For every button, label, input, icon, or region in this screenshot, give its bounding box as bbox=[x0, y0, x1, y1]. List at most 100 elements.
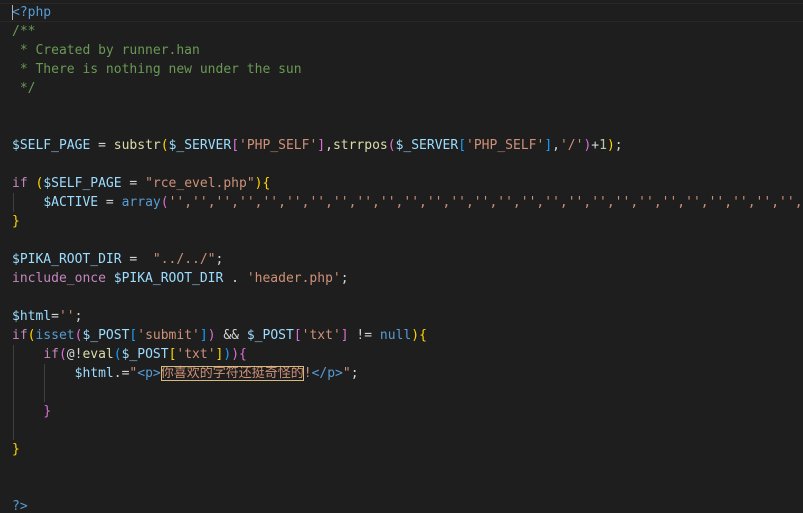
code-token: = bbox=[51, 309, 59, 324]
code-token: ) bbox=[207, 328, 216, 343]
code-line: if(@!eval($_POST['txt'])){ bbox=[12, 345, 803, 364]
text-cursor bbox=[12, 5, 13, 20]
code-token: } bbox=[12, 442, 20, 457]
code-line bbox=[12, 383, 803, 402]
code-token: = bbox=[121, 176, 146, 191]
indent-guide bbox=[13, 421, 14, 440]
code-token: ; bbox=[340, 271, 349, 286]
code-token: ( bbox=[58, 347, 67, 362]
code-token: isset bbox=[35, 328, 75, 343]
code-token: if bbox=[12, 328, 28, 343]
code-token: } bbox=[43, 404, 52, 419]
code-line: $ACTIVE = array('','','','','','','','',… bbox=[12, 193, 803, 212]
code-area[interactable]: <?php /** * Created by runner.han * There… bbox=[12, 3, 803, 513]
code-token: */ bbox=[12, 81, 36, 96]
code-token: $_POST bbox=[246, 328, 294, 343]
code-token: ; bbox=[614, 138, 623, 153]
code-token: if bbox=[12, 176, 28, 191]
code-token: '','','','','','','','','','','','','','… bbox=[168, 195, 803, 210]
code-token: ; bbox=[74, 309, 83, 324]
code-line: } bbox=[12, 212, 803, 231]
code-token: { bbox=[262, 176, 271, 191]
code-token: = bbox=[90, 138, 114, 153]
code-token: * There is nothing new under the sun bbox=[12, 62, 302, 77]
code-line: * There is nothing new under the sun bbox=[12, 60, 803, 79]
code-token: [ bbox=[293, 328, 302, 343]
code-line: include_once $PIKA_ROOT_DIR . 'header.ph… bbox=[12, 269, 803, 288]
code-token: @! bbox=[66, 347, 83, 362]
code-token: ! bbox=[303, 366, 312, 381]
code-line: if ($SELF_PAGE = "rce_evel.php"){ bbox=[12, 174, 803, 193]
code-token: <?php bbox=[12, 5, 52, 20]
code-line: $SELF_PAGE = substr($_SERVER['PHP_SELF']… bbox=[12, 136, 803, 155]
code-line: ?> bbox=[12, 497, 803, 513]
code-token: $_SERVER bbox=[168, 138, 232, 153]
code-token: ] bbox=[199, 328, 208, 343]
indent-guide bbox=[13, 193, 14, 212]
code-token: $PIKA_ROOT_DIR bbox=[12, 252, 122, 267]
code-line bbox=[12, 421, 803, 440]
indent-guide bbox=[13, 364, 14, 383]
code-token: '/' bbox=[559, 138, 584, 153]
code-token: $PIKA_ROOT_DIR bbox=[113, 271, 224, 286]
code-token: ) bbox=[606, 138, 615, 153]
code-line: */ bbox=[12, 79, 803, 98]
code-token: <p> bbox=[137, 366, 161, 381]
code-token: '' bbox=[58, 309, 75, 324]
code-line: $html=''; bbox=[12, 307, 803, 326]
code-token: 'txt' bbox=[301, 328, 341, 343]
code-token: ( bbox=[160, 195, 169, 210]
code-token: , bbox=[325, 138, 333, 153]
code-token: " bbox=[342, 366, 351, 381]
indent-guide bbox=[13, 402, 14, 421]
indent-guide bbox=[44, 383, 46, 402]
code-token: [ bbox=[458, 138, 467, 153]
code-token: 'txt' bbox=[176, 347, 216, 362]
code-token: ( bbox=[113, 347, 122, 362]
code-token: ( bbox=[387, 138, 396, 153]
code-token: substr bbox=[113, 138, 161, 153]
code-token: .= bbox=[113, 366, 130, 381]
code-line: /** bbox=[12, 22, 803, 41]
code-token: + bbox=[591, 138, 600, 153]
code-token: = bbox=[121, 252, 153, 267]
code-token: ] bbox=[340, 328, 349, 343]
code-token: ?> bbox=[12, 499, 28, 513]
code-token: { bbox=[239, 347, 247, 362]
code-token: ; bbox=[215, 252, 224, 267]
code-token: != bbox=[348, 328, 380, 343]
code-line: $PIKA_ROOT_DIR = "../../"; bbox=[12, 250, 803, 269]
code-token: ( bbox=[160, 138, 169, 153]
code-token: ] bbox=[317, 138, 326, 153]
indent-guide bbox=[44, 364, 46, 383]
code-token: if bbox=[43, 347, 59, 362]
code-token: eval bbox=[82, 347, 114, 362]
code-line: if(isset($_POST['submit']) && $_POST['tx… bbox=[12, 326, 803, 345]
code-editor[interactable]: <?php /** * Created by runner.han * There… bbox=[0, 0, 803, 513]
code-token: "../../" bbox=[152, 252, 216, 267]
code-token: 'PHP_SELF' bbox=[466, 138, 545, 153]
code-token: ) bbox=[411, 328, 420, 343]
code-line: } bbox=[12, 402, 803, 421]
code-token: $_POST bbox=[121, 347, 169, 362]
code-token: 'PHP_SELF' bbox=[239, 138, 318, 153]
code-line: $html.="<p>你喜欢的字符还挺奇怪的!</p>"; bbox=[12, 364, 803, 383]
code-token: ] bbox=[544, 138, 553, 153]
code-token: $SELF_PAGE bbox=[12, 138, 91, 153]
code-token: </p> bbox=[311, 366, 343, 381]
code-token: $html bbox=[12, 309, 52, 324]
code-token: "rce_evel.php" bbox=[145, 176, 255, 191]
code-token: 'submit' bbox=[137, 328, 200, 343]
code-token: = bbox=[98, 195, 122, 210]
code-token: strrpos bbox=[332, 138, 388, 153]
indent-guide bbox=[13, 383, 14, 402]
code-token: $html bbox=[74, 366, 114, 381]
